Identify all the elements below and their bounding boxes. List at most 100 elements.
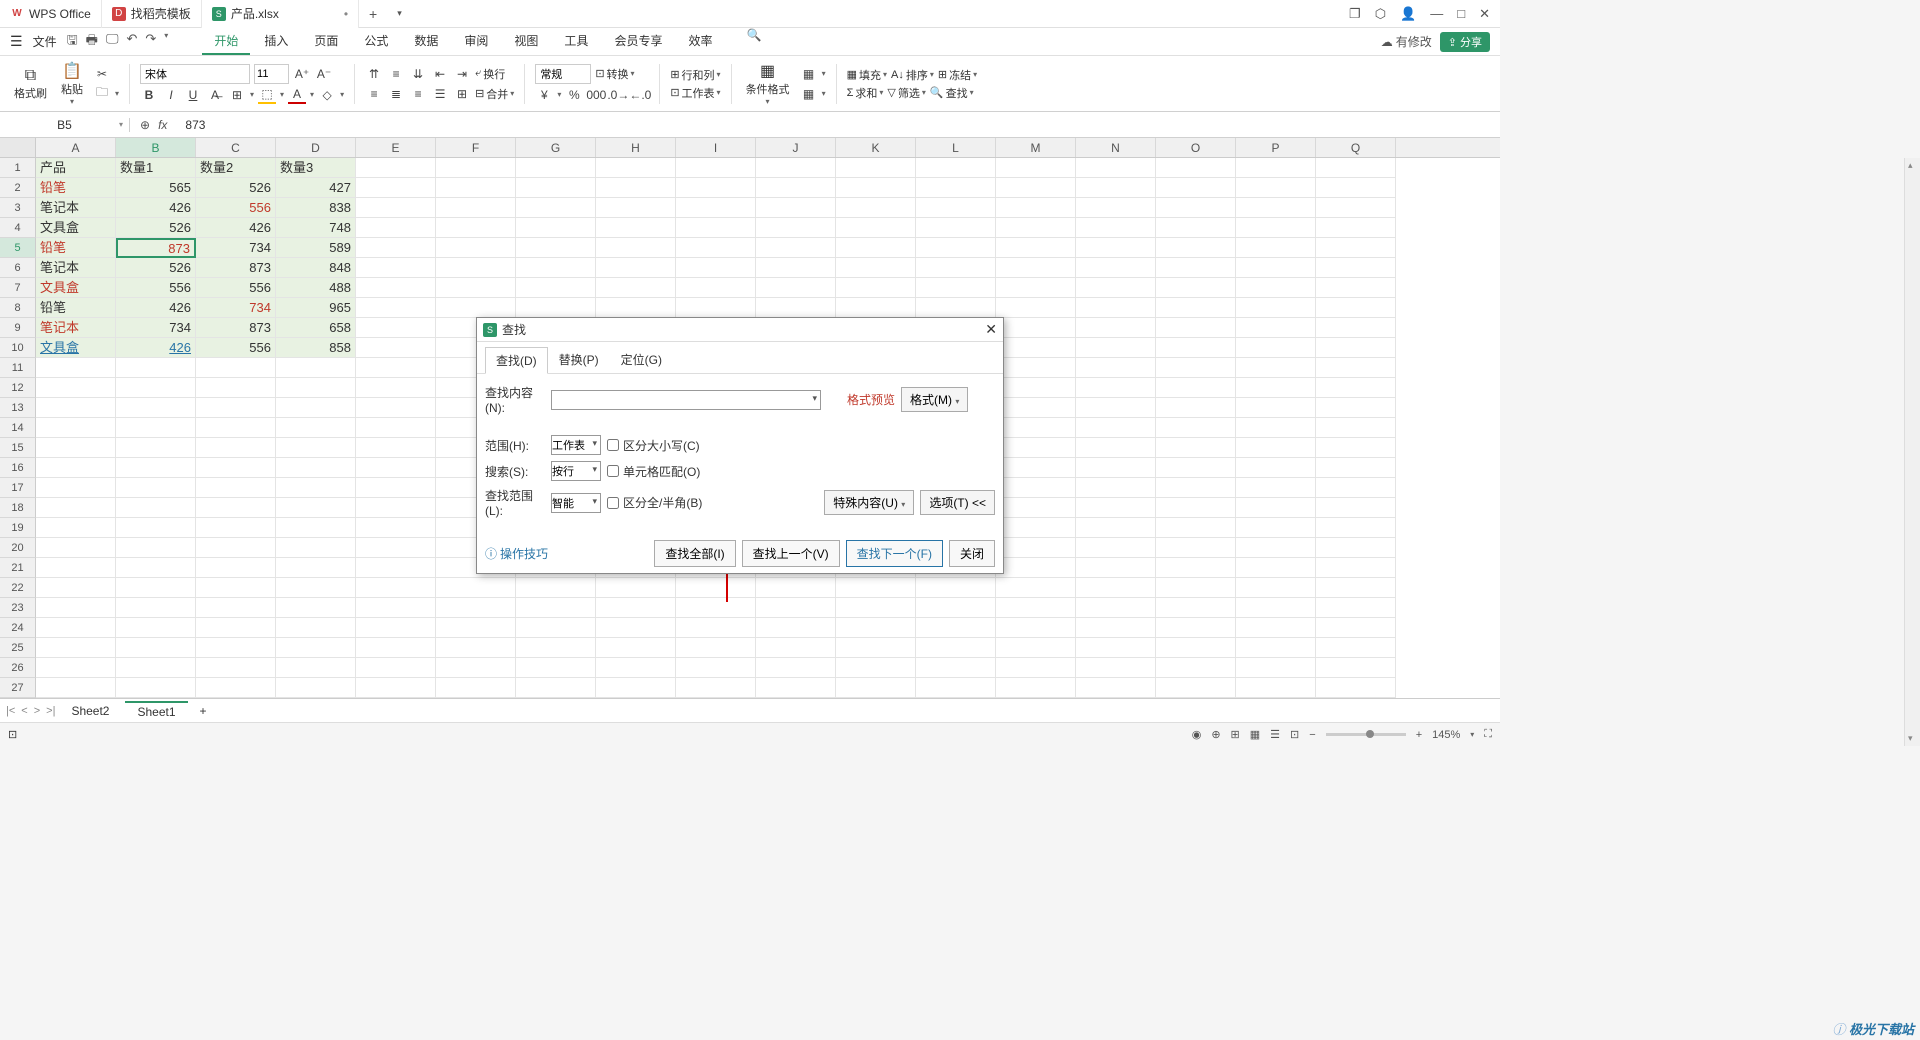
cell[interactable] bbox=[1076, 278, 1156, 298]
cell[interactable]: 数量3 bbox=[276, 158, 356, 178]
cell[interactable] bbox=[116, 478, 196, 498]
cell[interactable] bbox=[356, 318, 436, 338]
row-header-9[interactable]: 9 bbox=[0, 318, 36, 338]
cell[interactable] bbox=[596, 298, 676, 318]
align-top-icon[interactable]: ⇈ bbox=[365, 65, 383, 83]
cell[interactable] bbox=[196, 598, 276, 618]
cell[interactable] bbox=[916, 218, 996, 238]
find-content-input[interactable] bbox=[551, 390, 821, 410]
cut-icon[interactable]: ✂ bbox=[93, 65, 111, 83]
cell[interactable] bbox=[356, 238, 436, 258]
comma-icon[interactable]: 000 bbox=[587, 86, 605, 104]
cell[interactable]: 526 bbox=[116, 218, 196, 238]
special-button[interactable]: 特殊内容(U) ▾ bbox=[824, 490, 914, 515]
cell[interactable] bbox=[356, 358, 436, 378]
zoom-out-icon[interactable]: − bbox=[1309, 729, 1315, 741]
cell[interactable] bbox=[356, 258, 436, 278]
cell[interactable] bbox=[356, 278, 436, 298]
cell[interactable] bbox=[1076, 298, 1156, 318]
row-header-18[interactable]: 18 bbox=[0, 498, 36, 518]
percent-icon[interactable]: % bbox=[565, 86, 583, 104]
cell[interactable] bbox=[356, 158, 436, 178]
cell[interactable]: 产品 bbox=[36, 158, 116, 178]
cell[interactable]: 426 bbox=[116, 338, 196, 358]
dialog-tab-find[interactable]: 查找(D) bbox=[485, 347, 548, 374]
cell[interactable] bbox=[996, 258, 1076, 278]
row-header-24[interactable]: 24 bbox=[0, 618, 36, 638]
cell[interactable]: 铅笔 bbox=[36, 298, 116, 318]
cell[interactable] bbox=[356, 198, 436, 218]
cell[interactable]: 526 bbox=[196, 178, 276, 198]
cell[interactable] bbox=[36, 418, 116, 438]
cell[interactable] bbox=[1236, 538, 1316, 558]
cell[interactable] bbox=[996, 178, 1076, 198]
col-header-I[interactable]: I bbox=[676, 138, 756, 157]
font-size-select[interactable] bbox=[254, 64, 289, 84]
hamburger-icon[interactable]: ☰ bbox=[10, 33, 23, 50]
cell[interactable] bbox=[756, 678, 836, 698]
cell[interactable] bbox=[916, 198, 996, 218]
cell[interactable]: 文具盒 bbox=[36, 338, 116, 358]
cell[interactable] bbox=[676, 678, 756, 698]
row-header-5[interactable]: 5 bbox=[0, 238, 36, 258]
sort-button[interactable]: A↓ 排序 ▾ bbox=[891, 67, 934, 83]
cell[interactable] bbox=[516, 158, 596, 178]
cell[interactable] bbox=[1076, 678, 1156, 698]
copy-icon[interactable]: 🗀 bbox=[93, 85, 111, 103]
cell[interactable] bbox=[1316, 578, 1396, 598]
cell[interactable] bbox=[1076, 638, 1156, 658]
cell[interactable] bbox=[516, 658, 596, 678]
match-checkbox[interactable] bbox=[607, 465, 619, 477]
cell[interactable] bbox=[1076, 358, 1156, 378]
currency-icon[interactable]: ¥ bbox=[535, 86, 553, 104]
cell[interactable] bbox=[1316, 538, 1396, 558]
cell[interactable]: 426 bbox=[196, 218, 276, 238]
dialog-close-button[interactable]: ✕ bbox=[985, 321, 997, 338]
decimal-dec-icon[interactable]: ←.0 bbox=[631, 86, 649, 104]
cell[interactable] bbox=[756, 158, 836, 178]
cell[interactable]: 556 bbox=[196, 338, 276, 358]
cell[interactable] bbox=[1316, 438, 1396, 458]
cell[interactable] bbox=[1076, 538, 1156, 558]
cell[interactable] bbox=[436, 298, 516, 318]
cell[interactable] bbox=[836, 218, 916, 238]
cell[interactable] bbox=[756, 298, 836, 318]
cell[interactable] bbox=[1236, 238, 1316, 258]
cell[interactable] bbox=[1316, 658, 1396, 678]
cell[interactable] bbox=[916, 618, 996, 638]
cell[interactable] bbox=[1236, 518, 1316, 538]
cell[interactable] bbox=[1316, 638, 1396, 658]
strike-icon[interactable]: A̶ bbox=[206, 86, 224, 104]
cell[interactable] bbox=[1316, 458, 1396, 478]
tab-member[interactable]: 会员专享 bbox=[602, 28, 674, 55]
cell[interactable] bbox=[1156, 438, 1236, 458]
cell[interactable] bbox=[1156, 518, 1236, 538]
cell[interactable] bbox=[996, 338, 1076, 358]
cell[interactable] bbox=[436, 598, 516, 618]
cell[interactable] bbox=[356, 598, 436, 618]
decimal-inc-icon[interactable]: .0→ bbox=[609, 86, 627, 104]
cell[interactable] bbox=[1236, 338, 1316, 358]
format-brush-button[interactable]: ⧉格式刷 bbox=[10, 65, 51, 103]
cell[interactable] bbox=[1236, 258, 1316, 278]
cell[interactable] bbox=[916, 238, 996, 258]
cell[interactable] bbox=[36, 618, 116, 638]
indent-right-icon[interactable]: ⇥ bbox=[453, 65, 471, 83]
cell[interactable] bbox=[1316, 598, 1396, 618]
cell[interactable] bbox=[1156, 278, 1236, 298]
wrap-button[interactable]: ⤶ 换行 bbox=[475, 66, 505, 82]
cell[interactable] bbox=[676, 258, 756, 278]
range-select[interactable] bbox=[551, 435, 601, 455]
cell[interactable] bbox=[516, 638, 596, 658]
cell[interactable]: 笔记本 bbox=[36, 318, 116, 338]
decrease-font-icon[interactable]: A⁻ bbox=[315, 65, 333, 83]
cell[interactable] bbox=[356, 338, 436, 358]
cell[interactable] bbox=[1316, 318, 1396, 338]
cell[interactable] bbox=[1236, 618, 1316, 638]
freeze-button[interactable]: ⊞ 冻结 ▾ bbox=[938, 67, 977, 83]
cell[interactable] bbox=[276, 538, 356, 558]
cell[interactable] bbox=[356, 458, 436, 478]
view-page-icon[interactable]: ☰ bbox=[1270, 728, 1280, 741]
cond-format-button[interactable]: ▦条件格式▾ bbox=[742, 59, 794, 108]
tab-template[interactable]: D 找稻壳模板 bbox=[102, 0, 202, 28]
